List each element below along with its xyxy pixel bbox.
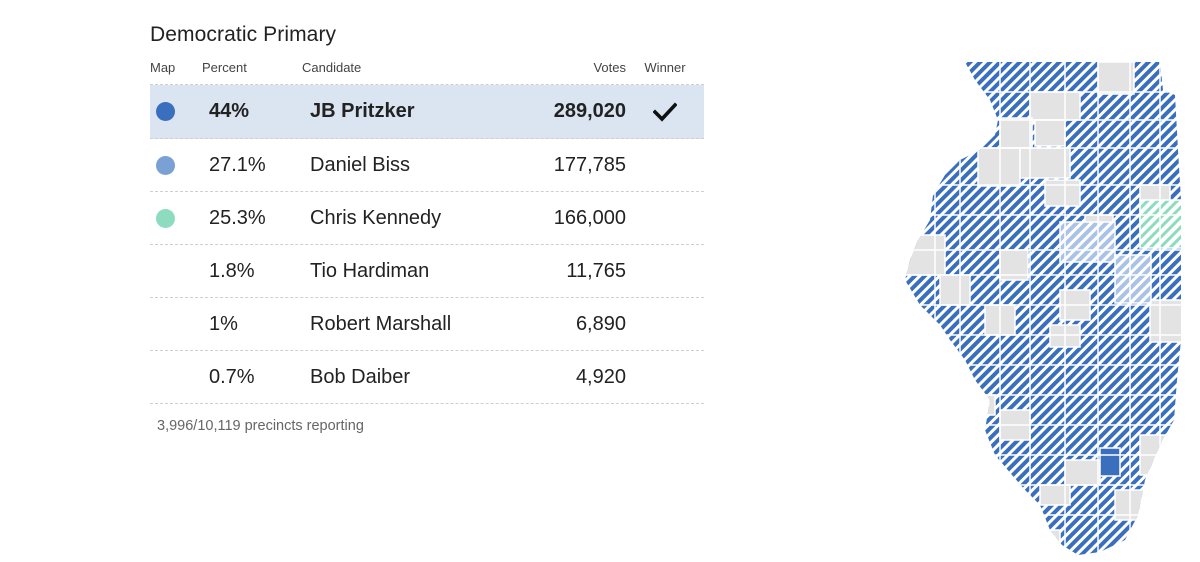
candidate-percent: 1.8%	[209, 259, 255, 282]
candidate-votes: 11,765	[566, 259, 626, 282]
candidate-percent: 1%	[209, 312, 238, 335]
candidate-votes: 4,920	[575, 365, 626, 388]
candidate-row[interactable]: 1% Robert Marshall 6,890	[150, 298, 704, 351]
checkmark-icon	[653, 101, 677, 122]
map-color-cell	[150, 102, 202, 121]
candidate-name: Bob Daiber	[310, 365, 411, 388]
winner-cell	[626, 101, 704, 122]
candidate-color-dot	[156, 155, 175, 175]
precincts-reporting: 3,996/10,119 precincts reporting	[157, 418, 364, 434]
candidate-percent: 44%	[209, 100, 250, 122]
candidate-votes: 166,000	[553, 206, 626, 229]
candidate-color-dot	[156, 208, 175, 228]
candidate-percent: 25.3%	[209, 206, 266, 229]
results-table: Democratic Primary Map Percent Candidate…	[150, 20, 704, 434]
candidate-votes: 6,890	[575, 312, 626, 335]
header-votes: Votes	[593, 59, 626, 75]
candidate-name: Robert Marshall	[310, 312, 452, 335]
candidate-name: Chris Kennedy	[310, 206, 442, 229]
race-title: Democratic Primary	[150, 23, 337, 46]
candidate-votes: 177,785	[553, 153, 626, 176]
map-color-cell	[150, 155, 202, 175]
header-winner: Winner	[644, 59, 686, 75]
candidate-percent: 27.1%	[209, 153, 266, 176]
candidate-row[interactable]: 1.8% Tio Hardiman 11,765	[150, 245, 704, 298]
header-percent: Percent	[202, 59, 247, 75]
county-results-map[interactable]	[900, 60, 1200, 557]
header-map: Map	[150, 59, 176, 75]
candidate-percent: 0.7%	[209, 365, 255, 388]
candidate-votes: 289,020	[553, 100, 626, 122]
candidate-row[interactable]: 25.3% Chris Kennedy 166,000	[150, 192, 704, 245]
map-color-cell	[150, 208, 202, 228]
candidate-row[interactable]: 0.7% Bob Daiber 4,920	[150, 351, 704, 404]
candidate-color-dot	[156, 102, 175, 121]
candidate-row[interactable]: 27.1% Daniel Biss 177,785	[150, 139, 704, 192]
candidate-name: JB Pritzker	[310, 100, 415, 122]
candidate-name: Daniel Biss	[310, 153, 411, 176]
candidate-name: Tio Hardiman	[310, 259, 430, 282]
header-candidate: Candidate	[302, 59, 362, 75]
illinois-map[interactable]	[900, 60, 1200, 557]
table-header: Map Percent Candidate Votes Winner	[150, 50, 704, 85]
candidate-row[interactable]: 44% JB Pritzker 289,020	[150, 85, 704, 139]
